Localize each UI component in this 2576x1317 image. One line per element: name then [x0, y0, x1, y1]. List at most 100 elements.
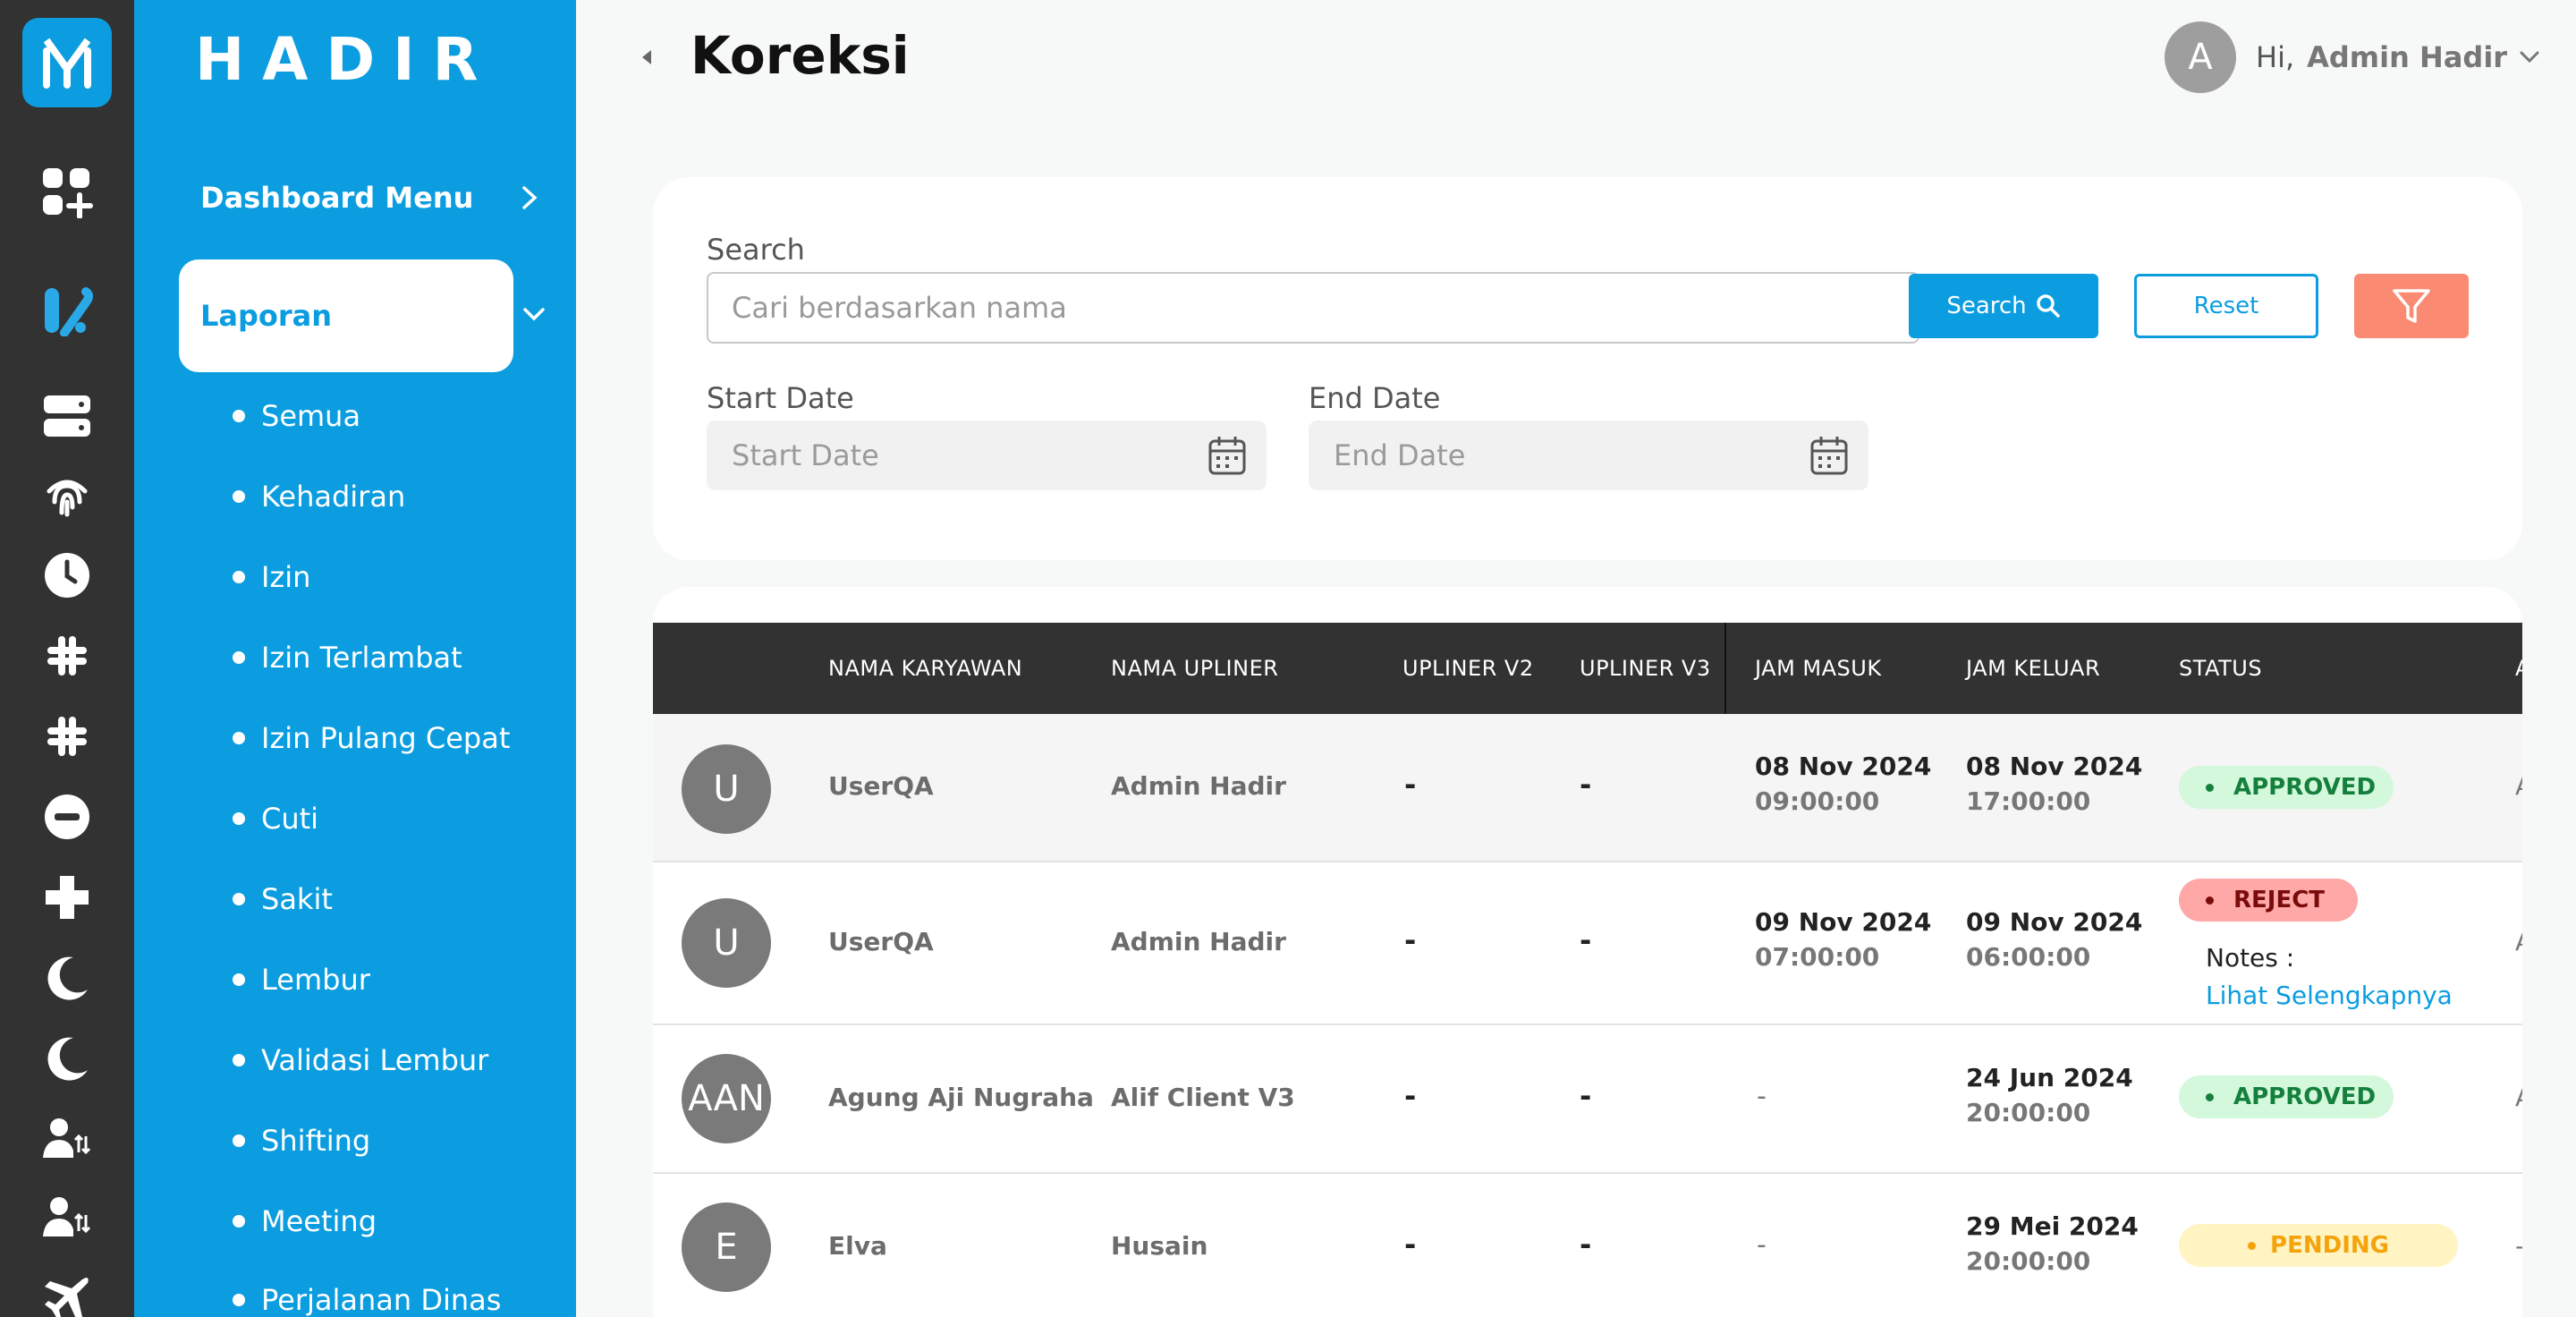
avatar: A [2165, 21, 2236, 93]
search-icon [2036, 294, 2060, 318]
bullet-icon [233, 812, 245, 825]
clock-out-time: 17:00:00 [1966, 786, 2091, 816]
bullet-icon [233, 1215, 245, 1228]
table-header: NAMA KARYAWAN NAMA UPLINER UPLINER V2 UP… [653, 623, 2522, 714]
minus-circle-icon[interactable] [38, 787, 97, 846]
clock-in: - [1757, 1081, 1767, 1112]
chevron-down-icon [2520, 51, 2539, 64]
moon-icon-2[interactable] [38, 1029, 97, 1088]
notes-label: Notes : [2206, 943, 2295, 973]
see-more-link[interactable]: Lihat Selengkapnya [2206, 981, 2453, 1010]
moon-icon[interactable] [38, 948, 97, 1007]
avatar: U [682, 744, 771, 834]
table-row[interactable]: U UserQA Admin Hadir - - 09 Nov 2024 07:… [653, 862, 2522, 1025]
sidebar-subitem[interactable]: Meeting [233, 1199, 377, 1244]
server-icon[interactable] [38, 387, 97, 446]
sidebar-subitem[interactable]: Lembur [233, 957, 370, 1002]
clock-in-date: 08 Nov 2024 [1755, 752, 1932, 781]
bullet-icon [233, 893, 245, 905]
clock-in-time: 07:00:00 [1755, 942, 1880, 972]
clock-out-date: 24 Jun 2024 [1966, 1063, 2133, 1092]
search-input[interactable] [707, 272, 1919, 344]
greeting: Hi, [2256, 40, 2295, 74]
column-header[interactable]: UPLINER V2 [1402, 623, 1534, 714]
upliner-name: Admin Hadir [1111, 771, 1286, 801]
bullet-icon [233, 490, 245, 503]
user-swap-icon[interactable] [38, 1109, 97, 1168]
sidebar-subitem[interactable]: Kehadiran [233, 474, 405, 519]
column-header-clipped: A [2515, 623, 2522, 714]
column-header[interactable]: JAM KELUAR [1966, 623, 2100, 714]
status-badge: APPROVED [2179, 766, 2394, 809]
filter-panel: Search Search Reset Start Date Start Dat… [653, 177, 2522, 560]
table-row[interactable]: AAN Agung Aji Nugraha Alif Client V3 - -… [653, 1025, 2522, 1174]
search-button[interactable]: Search [1909, 274, 2098, 338]
bullet-icon [233, 1054, 245, 1066]
user-menu[interactable]: A Hi, Admin Hadir [2165, 20, 2541, 95]
sidebar-subitem[interactable]: Semua [233, 394, 360, 438]
search-button-label: Search [1946, 293, 2027, 319]
logo-icon [43, 38, 91, 89]
column-header[interactable]: JAM MASUK [1755, 623, 1882, 714]
report-icon[interactable] [38, 281, 97, 340]
plus-icon[interactable] [38, 868, 97, 927]
sidebar-subitem[interactable]: Cuti [233, 796, 318, 841]
column-header[interactable]: UPLINER V3 [1580, 623, 1711, 714]
employee-name: Elva [828, 1231, 887, 1261]
clipped-cell: - [2515, 1231, 2522, 1261]
user-swap-icon-2[interactable] [38, 1188, 97, 1247]
upliner-v2: - [1404, 1228, 1417, 1262]
dashboard-add-icon[interactable] [38, 163, 97, 222]
sidebar-item-laporan[interactable]: Laporan [179, 259, 513, 372]
avatar: AAN [682, 1054, 771, 1143]
start-date-input[interactable]: Start Date [707, 421, 1267, 490]
sidebar-subitem[interactable]: Perjalanan Dinas [233, 1278, 501, 1317]
sidebar-subitem[interactable]: Sakit [233, 877, 333, 922]
end-date-input[interactable]: End Date [1309, 421, 1868, 490]
bullet-icon [233, 571, 245, 583]
upliner-v2: - [1404, 768, 1417, 802]
calendar-icon [1810, 437, 1848, 475]
table-row[interactable]: U UserQA Admin Hadir - - 08 Nov 2024 09:… [653, 714, 2522, 862]
upliner-v3: - [1580, 768, 1592, 802]
status-badge: PENDING [2179, 1224, 2458, 1267]
column-header[interactable]: NAMA UPLINER [1111, 623, 1278, 714]
grid-hash-icon-2[interactable] [38, 707, 97, 766]
chevron-right-icon [522, 186, 538, 209]
sidebar-subitem[interactable]: Izin Terlambat [233, 635, 462, 680]
reset-button[interactable]: Reset [2134, 274, 2318, 338]
employee-name: Agung Aji Nugraha [828, 1083, 1094, 1112]
sidebar: HADIR Dashboard Menu Laporan Semua Kehad… [134, 0, 576, 1317]
collapse-sidebar-icon[interactable] [639, 45, 657, 70]
clock-out: 09 Nov 2024 06:00:00 [1966, 907, 2142, 972]
app-logo[interactable] [22, 18, 112, 107]
bullet-icon [233, 973, 245, 986]
user-name: Admin Hadir [2307, 40, 2508, 74]
employee-name: UserQA [828, 771, 934, 801]
sidebar-subitem[interactable]: Izin Pulang Cepat [233, 716, 510, 760]
sidebar-item-dashboard-menu[interactable]: Dashboard Menu [200, 177, 540, 218]
clock-in: 08 Nov 2024 09:00:00 [1755, 752, 1931, 816]
clock-out-date: 29 Mei 2024 [1966, 1211, 2139, 1241]
sidebar-subitem[interactable]: Izin [233, 555, 310, 599]
chevron-down-icon[interactable] [521, 301, 547, 327]
column-header[interactable]: NAMA KARYAWAN [828, 623, 1022, 714]
icon-rail [0, 0, 134, 1317]
data-table: NAMA KARYAWAN NAMA UPLINER UPLINER V2 UP… [653, 587, 2522, 1317]
end-date-label: End Date [1309, 381, 1441, 415]
clock-out-date: 08 Nov 2024 [1966, 752, 2143, 781]
filter-button[interactable] [2354, 274, 2469, 338]
sidebar-subitem[interactable]: Shifting [233, 1118, 370, 1163]
grid-hash-icon[interactable] [38, 626, 97, 685]
clock-icon[interactable] [38, 546, 97, 605]
sidebar-subitem[interactable]: Validasi Lembur [233, 1038, 488, 1083]
table-row[interactable]: E Elva Husain - - - 29 Mei 2024 20:00:00… [653, 1174, 2522, 1317]
end-date-placeholder: End Date [1334, 438, 1466, 472]
column-header[interactable]: STATUS [2179, 623, 2262, 714]
fingerprint-icon[interactable] [38, 465, 97, 524]
dashboard-menu-label: Dashboard Menu [200, 181, 474, 215]
clock-in-time: 09:00:00 [1755, 786, 1880, 816]
avatar: E [682, 1202, 771, 1292]
airplane-icon[interactable] [38, 1269, 97, 1317]
bullet-icon [233, 410, 245, 422]
